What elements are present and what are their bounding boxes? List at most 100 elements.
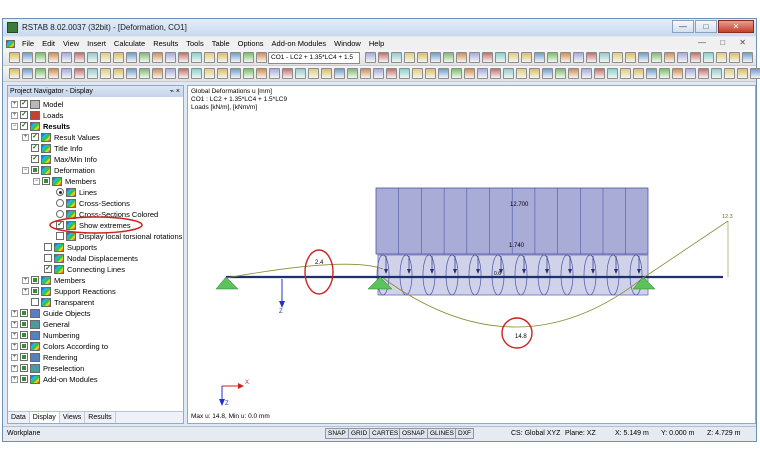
tree-item-cross-sections[interactable]: Cross-Sections <box>56 198 130 208</box>
minimize-button[interactable]: — <box>672 20 694 33</box>
toolbar-button-icon[interactable] <box>672 68 683 79</box>
toolbar-button-icon[interactable] <box>35 52 46 63</box>
toolbar-button-icon[interactable] <box>100 52 111 63</box>
tree-item-numbering[interactable]: + Numbering <box>11 330 80 340</box>
toolbar-button-icon[interactable] <box>677 52 688 63</box>
toolbar-button-icon[interactable] <box>547 52 558 63</box>
toolbar-button-icon[interactable] <box>191 68 202 79</box>
tree-item-nodal-displacements[interactable]: Nodal Displacements <box>44 253 138 263</box>
toolbar-button-icon[interactable] <box>664 52 675 63</box>
toolbar-button-icon[interactable] <box>204 68 215 79</box>
menu-edit[interactable]: Edit <box>38 39 59 48</box>
toolbar-button-icon[interactable] <box>295 68 306 79</box>
toolbar-button-icon[interactable] <box>646 68 657 79</box>
toolbar-button-icon[interactable] <box>373 68 384 79</box>
toolbar-button-icon[interactable] <box>599 52 610 63</box>
toolbar-button-icon[interactable] <box>308 68 319 79</box>
toolbar-button-icon[interactable] <box>9 68 20 79</box>
toolbar-button-icon[interactable] <box>633 68 644 79</box>
toolbar-button-icon[interactable] <box>594 68 605 79</box>
toolbar-button-icon[interactable] <box>230 68 241 79</box>
toolbar-button-icon[interactable] <box>586 52 597 63</box>
toolbar-button-icon[interactable] <box>204 52 215 63</box>
snap-button[interactable]: SNAP <box>325 428 349 439</box>
toolbar-button-icon[interactable] <box>152 52 163 63</box>
tree-item-deformation[interactable]: − Deformation <box>22 165 95 175</box>
tree-item-result-values[interactable]: + ✓ Result Values <box>22 132 100 142</box>
toolbar-button-icon[interactable] <box>417 52 428 63</box>
toolbar-button-icon[interactable] <box>443 52 454 63</box>
toolbar-button-icon[interactable] <box>391 52 402 63</box>
toolbar-button-icon[interactable] <box>482 52 493 63</box>
tree-item-model[interactable]: + ✓ Model <box>11 99 63 109</box>
toolbar-button-icon[interactable] <box>74 68 85 79</box>
tab-display[interactable]: Display <box>29 412 60 423</box>
tree-item-preselection[interactable]: + Preselection <box>11 363 84 373</box>
cartes-button[interactable]: CARTES <box>369 428 402 439</box>
toolbar-button-icon[interactable] <box>503 68 514 79</box>
toolbar-button-icon[interactable] <box>9 52 20 63</box>
toolbar-button-icon[interactable] <box>378 52 389 63</box>
toolbar-button-icon[interactable] <box>282 68 293 79</box>
close-button[interactable]: ✕ <box>718 20 754 33</box>
tree-item-members-deformation[interactable]: − Members <box>33 176 96 186</box>
toolbar-button-icon[interactable] <box>404 52 415 63</box>
toolbar-button-icon[interactable] <box>334 68 345 79</box>
tab-results[interactable]: Results <box>85 412 116 423</box>
toolbar-button-icon[interactable] <box>321 68 332 79</box>
toolbar-button-icon[interactable] <box>451 68 462 79</box>
toolbar-button-icon[interactable] <box>555 68 566 79</box>
toolbar-button-icon[interactable] <box>165 68 176 79</box>
menu-insert[interactable]: Insert <box>83 39 110 48</box>
toolbar-button-icon[interactable] <box>516 68 527 79</box>
toolbar-button-icon[interactable] <box>139 68 150 79</box>
toolbar-button-icon[interactable] <box>659 68 670 79</box>
toolbar-button-icon[interactable] <box>74 52 85 63</box>
toolbar-button-icon[interactable] <box>425 68 436 79</box>
tree-item-title-info[interactable]: ✓ Title Info <box>31 143 82 153</box>
toolbar-button-icon[interactable] <box>438 68 449 79</box>
toolbar-button-icon[interactable] <box>243 68 254 79</box>
toolbar-button-icon[interactable] <box>399 68 410 79</box>
toolbar-button-icon[interactable] <box>87 68 98 79</box>
toolbar-button-icon[interactable] <box>534 52 545 63</box>
dxf-button[interactable]: DXF <box>455 428 474 439</box>
tree-item-guide-objects[interactable]: + Guide Objects <box>11 308 91 318</box>
toolbar-button-icon[interactable] <box>724 68 735 79</box>
toolbar-button-icon[interactable] <box>256 52 267 63</box>
tree-item-transparent[interactable]: Transparent <box>31 297 94 307</box>
toolbar-button-icon[interactable] <box>256 68 267 79</box>
toolbar-button-icon[interactable] <box>178 68 189 79</box>
graphics-view[interactable]: Global Deformations u [mm] CO1 : LC2 + 1… <box>187 85 756 424</box>
menu-table[interactable]: Table <box>208 39 234 48</box>
tab-views[interactable]: Views <box>60 412 86 423</box>
navigator-pin-close[interactable]: ⌁ × <box>170 86 180 97</box>
toolbar-button-icon[interactable] <box>495 52 506 63</box>
toolbar-button-icon[interactable] <box>729 52 740 63</box>
glines-button[interactable]: GLINES <box>427 428 457 439</box>
toolbar-button-icon[interactable] <box>61 68 72 79</box>
tree-item-connecting-lines[interactable]: ✓ Connecting Lines <box>44 264 125 274</box>
toolbar-button-icon[interactable] <box>22 68 33 79</box>
toolbar-button-icon[interactable] <box>217 68 228 79</box>
toolbar-button-icon[interactable] <box>113 68 124 79</box>
toolbar-button-icon[interactable] <box>22 52 33 63</box>
tree-item-colors-according-to[interactable]: + Colors According to <box>11 341 108 351</box>
tree-item-supports[interactable]: Supports <box>44 242 97 252</box>
menu-file[interactable]: File <box>18 39 38 48</box>
toolbar-button-icon[interactable] <box>113 52 124 63</box>
toolbar-button-icon[interactable] <box>126 52 137 63</box>
toolbar-button-icon[interactable] <box>698 68 709 79</box>
toolbar-button-icon[interactable] <box>690 52 701 63</box>
toolbar-button-icon[interactable] <box>607 68 618 79</box>
grid-button[interactable]: GRID <box>348 428 371 439</box>
toolbar-button-icon[interactable] <box>100 68 111 79</box>
toolbar-button-icon[interactable] <box>178 52 189 63</box>
menu-tools[interactable]: Tools <box>182 39 208 48</box>
toolbar-button-icon[interactable] <box>685 68 696 79</box>
toolbar-button-icon[interactable] <box>716 52 727 63</box>
menu-view[interactable]: View <box>59 39 83 48</box>
toolbar-button-icon[interactable] <box>625 52 636 63</box>
toolbar-button-icon[interactable] <box>521 52 532 63</box>
toolbar-button-icon[interactable] <box>230 52 241 63</box>
